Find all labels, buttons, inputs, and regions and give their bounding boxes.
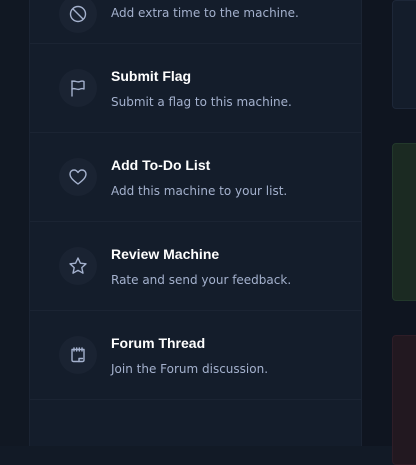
action-title: Review Machine — [111, 246, 220, 262]
action-description: Rate and send your feedback. — [111, 273, 292, 287]
action-title: Add To-Do List — [111, 157, 211, 173]
clock-icon — [59, 0, 97, 33]
star-icon — [59, 247, 97, 285]
action-item-submit-flag[interactable]: Submit Flag Submit a flag to this machin… — [30, 44, 361, 133]
machine-actions-panel: Add extra time to the machine. Submit Fl… — [29, 0, 362, 446]
forum-icon — [59, 336, 97, 374]
action-item-add-todo[interactable]: Add To-Do List Add this machine to your … — [30, 133, 361, 222]
action-item-review-machine[interactable]: Review Machine Rate and send your feedba… — [30, 222, 361, 311]
action-description: Add this machine to your list. — [111, 184, 288, 198]
action-item-extend-time[interactable]: Add extra time to the machine. — [30, 0, 361, 44]
heart-icon — [59, 158, 97, 196]
right-card-top — [392, 0, 416, 109]
action-title: Submit Flag — [111, 68, 192, 84]
action-item-forum-thread[interactable]: Forum Thread Join the Forum discussion. — [30, 311, 361, 400]
flag-icon — [59, 69, 97, 107]
action-title: Forum Thread — [111, 335, 206, 351]
left-background — [0, 0, 29, 446]
right-card-green — [392, 143, 416, 301]
action-description: Add extra time to the machine. — [111, 6, 299, 20]
action-description: Join the Forum discussion. — [111, 362, 269, 376]
action-description: Submit a flag to this machine. — [111, 95, 292, 109]
